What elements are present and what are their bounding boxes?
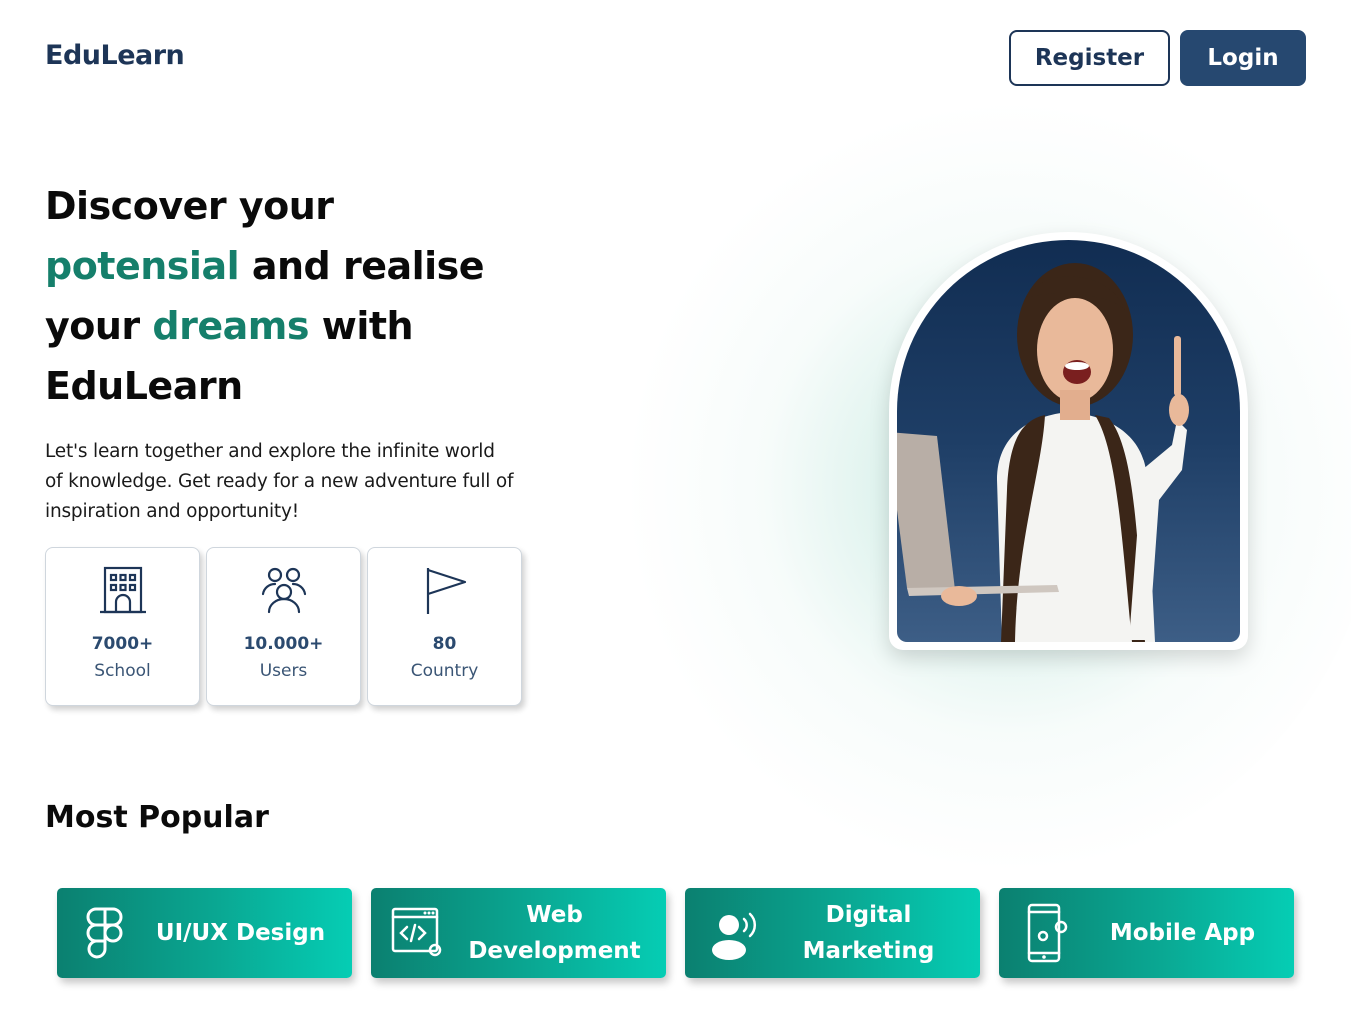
- headline-line-3: your dreams with: [45, 296, 565, 356]
- category-label: Web Development: [468, 902, 641, 964]
- category-card-web-development[interactable]: Web Development: [371, 888, 666, 978]
- stat-value: 80: [432, 634, 457, 654]
- hero-description: Let's learn together and explore the inf…: [45, 441, 514, 522]
- stat-value: 7000+: [91, 634, 154, 654]
- headline-highlight-dreams: dreams: [152, 304, 309, 348]
- building-icon: [99, 566, 146, 614]
- stat-value: 10.000+: [243, 634, 324, 654]
- login-button[interactable]: Login: [1180, 30, 1306, 86]
- stat-card-country: 80 Country: [367, 547, 522, 706]
- headline-line-1: Discover your: [45, 184, 334, 228]
- stat-label: Users: [259, 661, 308, 681]
- category-card-mobile-app[interactable]: Mobile App: [999, 888, 1294, 978]
- code-window-icon: [391, 907, 442, 957]
- headline-line-4: EduLearn: [45, 364, 243, 408]
- figma-icon: [86, 907, 123, 959]
- flag-icon: [426, 568, 466, 614]
- hero-photo-frame: [889, 232, 1248, 650]
- category-card-uiux[interactable]: UI/UX Design: [57, 888, 352, 978]
- logo[interactable]: EduLearn: [45, 40, 185, 71]
- category-card-digital-marketing[interactable]: Digital Marketing: [685, 888, 980, 978]
- category-label: Digital Marketing: [802, 902, 935, 964]
- headline-highlight-potensial: potensial: [45, 244, 240, 288]
- hero-photo: [897, 240, 1240, 642]
- most-popular-title: Most Popular: [45, 800, 269, 835]
- users-icon: [261, 567, 306, 614]
- stat-card-school: 7000+ School: [45, 547, 200, 706]
- hero-headline: Discover your potensial and realise your…: [45, 176, 565, 416]
- stat-label: Country: [410, 661, 479, 681]
- headline-text: and realise: [239, 244, 485, 288]
- woman-with-laptop-illustration: [897, 263, 1189, 642]
- stat-card-users: 10.000+ Users: [206, 547, 361, 706]
- headline-text: your: [45, 304, 153, 348]
- category-label: Mobile App: [1109, 920, 1256, 946]
- mobile-gear-icon: [1027, 903, 1068, 963]
- speaker-person-icon: [712, 912, 757, 960]
- category-label: UI/UX Design: [155, 920, 326, 946]
- register-button[interactable]: Register: [1009, 30, 1170, 86]
- headline-line-2: potensial and realise: [45, 236, 565, 296]
- stat-label: School: [94, 661, 151, 681]
- headline-text: with: [308, 304, 414, 348]
